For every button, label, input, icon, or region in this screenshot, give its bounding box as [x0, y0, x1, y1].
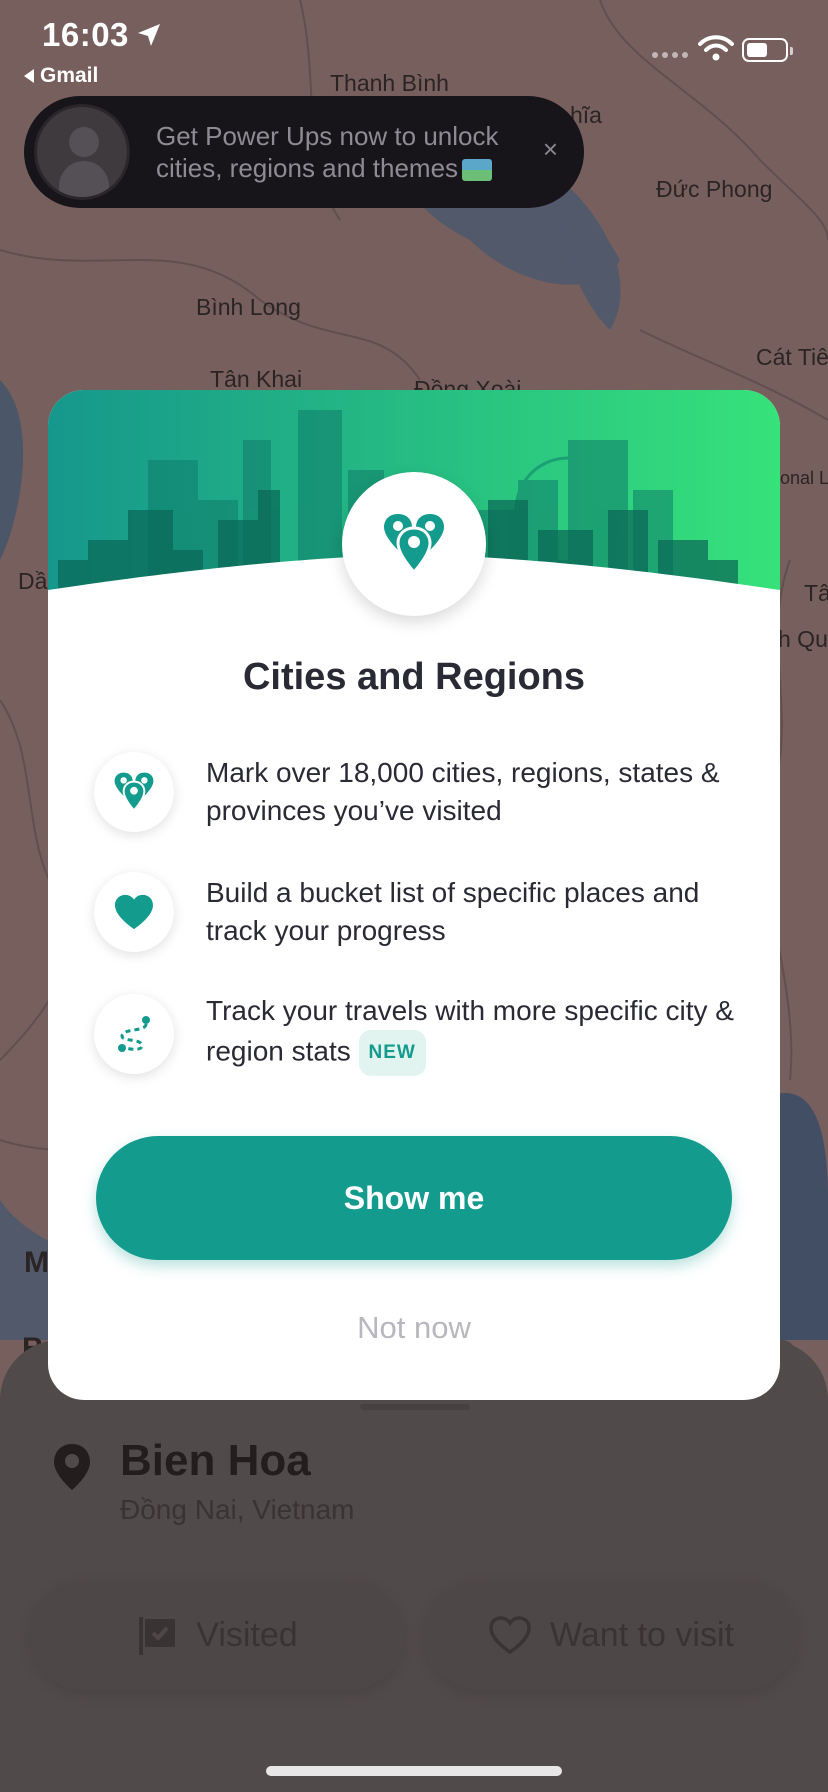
- show-me-button[interactable]: Show me: [96, 1136, 732, 1260]
- feature-text: Mark over 18,000 cities, regions, states…: [206, 757, 720, 826]
- feature-item: Track your travels with more specific ci…: [94, 992, 734, 1076]
- feature-text: Build a bucket list of specific places a…: [206, 877, 700, 946]
- status-time: 16:03: [42, 16, 129, 53]
- feature-item: Build a bucket list of specific places a…: [94, 872, 734, 952]
- back-to-app-link[interactable]: Gmail: [24, 64, 98, 88]
- route-icon: [118, 1016, 150, 1052]
- modal-title: Cities and Regions: [242, 656, 586, 698]
- battery-icon: [742, 38, 793, 62]
- avatar: [34, 104, 130, 200]
- feature-icon-container: [94, 994, 174, 1074]
- map-emoji-icon: [462, 159, 493, 182]
- cellular-signal-icon: [652, 52, 688, 58]
- feature-text: Track your travels with more specific ci…: [206, 992, 734, 1076]
- close-icon[interactable]: ×: [543, 134, 558, 165]
- status-bar: 16:03 Gmail: [0, 0, 828, 100]
- back-app-label: Gmail: [40, 64, 99, 87]
- location-arrow-icon: [138, 24, 160, 46]
- new-badge: NEW: [358, 1030, 426, 1076]
- banner-text: Get Power Ups now to unlock cities, regi…: [156, 121, 499, 183]
- feature-icon-container: [94, 872, 174, 952]
- cities-badge: [342, 472, 486, 616]
- heart-icon: [115, 894, 153, 930]
- feature-item: Mark over 18,000 cities, regions, states…: [94, 752, 734, 832]
- power-ups-banner[interactable]: Get Power Ups now to unlock cities, regi…: [24, 96, 584, 208]
- map-pins-icon: [114, 772, 154, 812]
- wifi-icon: [698, 35, 734, 61]
- cities-regions-modal: Cities and Regions Mark over 18,000 citi…: [48, 390, 780, 1400]
- not-now-button[interactable]: Not now: [48, 1310, 780, 1346]
- back-triangle-icon: [24, 69, 34, 83]
- home-indicator[interactable]: [266, 1766, 562, 1776]
- feature-icon-container: [94, 752, 174, 832]
- map-pins-icon: [384, 514, 444, 575]
